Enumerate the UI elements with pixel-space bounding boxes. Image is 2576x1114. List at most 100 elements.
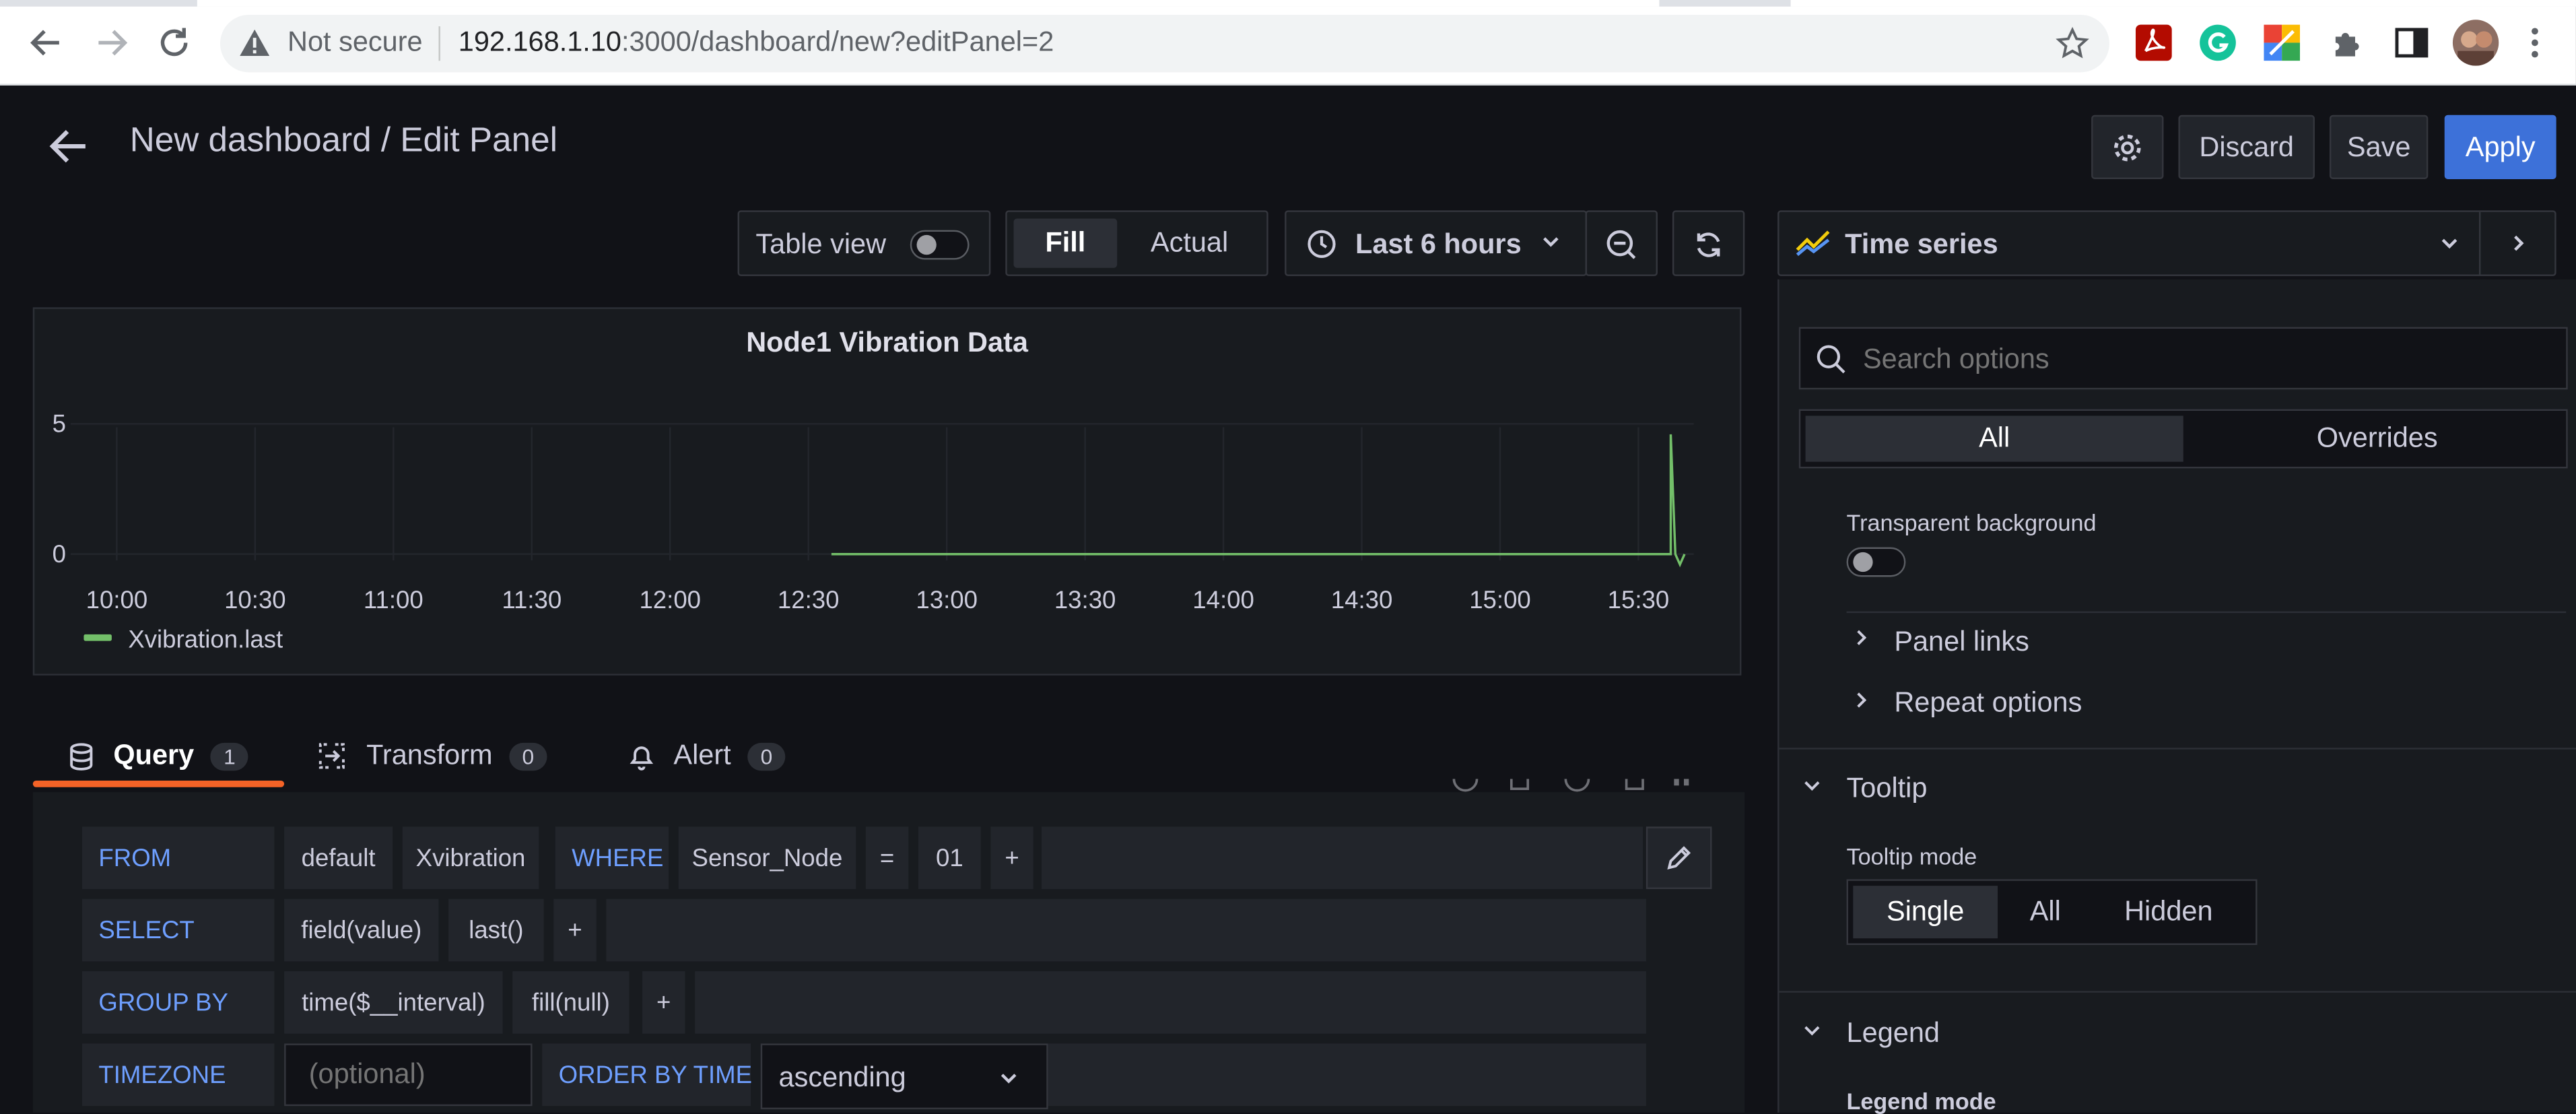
browser-tab[interactable] (1790, 0, 2576, 7)
tab-alert[interactable]: Alert 0 (630, 733, 786, 779)
save-button[interactable]: Save (2329, 114, 2429, 179)
legend-label: Xvibration.last (128, 625, 283, 653)
add-group-by-button[interactable]: + (642, 971, 685, 1034)
refresh-icon (1692, 228, 1725, 261)
bookmark-star-icon[interactable] (2055, 26, 2089, 61)
tab-all[interactable]: All (1805, 416, 2183, 462)
clock-icon (1306, 228, 1337, 259)
repeat-options-section[interactable]: Repeat options (1894, 687, 2082, 720)
fill-button[interactable]: Fill (1013, 218, 1118, 268)
x-tick-label: 13:00 (916, 586, 978, 614)
chevron-down-icon (999, 1068, 1019, 1088)
retention-policy-segment[interactable]: default (284, 826, 393, 890)
browser-menu-icon[interactable] (2523, 25, 2546, 61)
url-path: :3000/dashboard/new?editPanel=2 (621, 26, 1054, 58)
divider (1779, 748, 2576, 750)
forward-icon[interactable] (92, 23, 132, 63)
url-text[interactable]: 192.168.1.10:3000/dashboard/new?editPane… (459, 26, 1054, 59)
y-tick-label: 5 (53, 410, 66, 438)
apply-button[interactable]: Apply (2444, 114, 2556, 179)
divider (1846, 611, 2567, 614)
browser-tab[interactable] (197, 0, 1660, 7)
refresh-button[interactable] (1672, 210, 1745, 276)
actual-button[interactable]: Actual (1132, 219, 1247, 268)
x-tick-label: 10:30 (224, 586, 286, 614)
measurement-segment[interactable]: Xvibration (402, 826, 539, 890)
pencil-icon (1664, 843, 1694, 873)
visualization-picker[interactable]: Time series (1777, 210, 2556, 276)
row-filler (606, 898, 1646, 962)
order-select-value: ascending (778, 1061, 906, 1093)
x-tick-label: 15:30 (1608, 586, 1670, 614)
function-segment[interactable]: last() (448, 898, 544, 962)
order-select[interactable]: ascending (760, 1043, 1048, 1109)
table-view-switch[interactable] (910, 230, 970, 260)
extensions-puzzle-icon[interactable] (2330, 25, 2366, 61)
discard-button[interactable]: Discard (2178, 114, 2315, 179)
chevron-right-icon (1853, 628, 1869, 647)
security-label[interactable]: Not secure (287, 26, 423, 59)
tooltip-mode-all[interactable]: All (2004, 886, 2087, 938)
back-icon[interactable] (26, 23, 66, 63)
edit-raw-query-button[interactable] (1646, 826, 1712, 890)
omnibox-divider (438, 26, 440, 61)
gear-icon (2111, 131, 2144, 164)
x-tick-label: 15:00 (1469, 586, 1531, 614)
tag-value-segment[interactable]: 01 (918, 826, 981, 890)
divider (1779, 991, 2576, 993)
url-host: 192.168.1.10 (458, 26, 621, 58)
query-header-actions (1449, 779, 1711, 799)
add-select-button[interactable]: + (553, 898, 597, 962)
tooltip-mode-single[interactable]: Single (1853, 886, 1998, 939)
side-panel-icon[interactable] (2394, 25, 2430, 61)
timezone-input[interactable] (284, 1043, 533, 1107)
panel-links-section[interactable]: Panel links (1894, 626, 2029, 659)
tooltip-mode-radio-group: Single All Hidden (1846, 879, 2258, 945)
x-tick-label: 12:00 (639, 586, 701, 614)
color-extension-icon[interactable] (2264, 24, 2300, 61)
settings-button[interactable] (2091, 114, 2164, 179)
zoom-out-button[interactable] (1585, 210, 1658, 276)
search-icon (1815, 343, 1846, 374)
tooltip-section[interactable]: Tooltip (1847, 773, 1928, 806)
back-arrow-icon[interactable] (46, 123, 92, 169)
operator-segment[interactable]: = (865, 826, 909, 890)
tab-overrides[interactable]: Overrides (2190, 416, 2565, 461)
legend-section[interactable]: Legend (1847, 1017, 1940, 1050)
profile-avatar[interactable] (2452, 20, 2499, 66)
legend-mode-label: Legend mode (1846, 1088, 1996, 1114)
tooltip-mode-label: Tooltip mode (1846, 843, 1977, 870)
fill-segment[interactable]: fill(null) (512, 971, 630, 1034)
time-range-label: Last 6 hours (1355, 228, 1522, 260)
tab-transform-label: Transform (366, 740, 493, 771)
time-range-picker[interactable]: Last 6 hours (1285, 210, 1588, 276)
search-options-field[interactable] (1798, 327, 2568, 390)
query-editor: FROM default Xvibration WHERE Sensor_Nod… (32, 779, 1745, 1113)
order-by-time-keyword: ORDER BY TIME (542, 1043, 752, 1107)
chevron-down-icon (1802, 777, 1822, 793)
tab-query[interactable]: Query 1 (69, 733, 249, 779)
group-by-time-segment[interactable]: time($__interval) (284, 971, 503, 1034)
options-tabs: All Overrides (1798, 409, 2568, 469)
warning-icon[interactable] (238, 28, 271, 57)
add-condition-button[interactable]: + (990, 826, 1033, 890)
chevron-down-icon (2439, 233, 2459, 253)
tooltip-mode-hidden[interactable]: Hidden (2095, 886, 2243, 938)
chevron-right-icon[interactable] (2509, 233, 2528, 253)
grammarly-extension-icon[interactable] (2200, 24, 2236, 61)
tab-transform[interactable]: Transform 0 (317, 733, 547, 779)
table-view-toggle[interactable]: Table view (737, 210, 991, 276)
transparent-background-switch[interactable] (1846, 547, 1906, 577)
chevron-down-icon (1802, 1022, 1822, 1039)
reload-icon[interactable] (154, 23, 194, 63)
options-pane: All Overrides Transparent background Pan… (1777, 279, 2576, 1114)
x-tick-label: 14:30 (1331, 586, 1393, 614)
x-tick-label: 11:00 (364, 586, 423, 614)
field-segment[interactable]: field(value) (284, 898, 439, 962)
row-filler (1041, 826, 1643, 890)
tab-query-count: 1 (210, 742, 249, 771)
tag-key-segment[interactable]: Sensor_Node (678, 826, 856, 890)
search-options-input[interactable] (1860, 333, 2556, 387)
pdf-extension-icon[interactable] (2136, 24, 2172, 61)
address-bar[interactable]: Not secure 192.168.1.10:3000/dashboard/n… (219, 14, 2109, 73)
